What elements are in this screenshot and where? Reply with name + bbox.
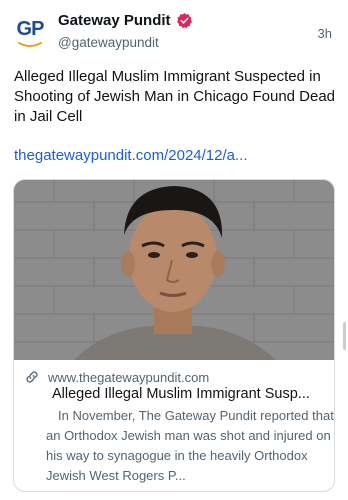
link-icon (26, 371, 38, 383)
card-description: In November, The Gateway Pundit reported… (46, 408, 334, 483)
card-meta: www.thegatewaypundit.com Alleged Illegal… (24, 369, 334, 486)
card-image[interactable] (14, 180, 334, 360)
card-domain-row: www.thegatewaypundit.com (24, 369, 324, 385)
author-row: Gateway Pundit (58, 12, 193, 29)
handle[interactable]: @gatewaypundit (58, 35, 159, 50)
post-text: Alleged Illegal Muslim Immigrant Suspect… (14, 68, 336, 125)
avatar-logo-text: GP (16, 18, 45, 40)
post-link[interactable]: thegatewaypundit.com/2024/12/a... (14, 147, 248, 164)
avatar[interactable]: GP (12, 16, 48, 52)
avatar-swoosh-icon (18, 42, 42, 47)
display-name[interactable]: Gateway Pundit (58, 12, 171, 29)
card-title: Alleged Illegal Muslim Immigrant Susp... (52, 386, 310, 402)
card-domain: www.thegatewaypundit.com (48, 369, 210, 385)
timestamp[interactable]: 3h (318, 26, 332, 41)
post[interactable]: GP Gateway Pundit @gatewaypundit 3h Alle… (0, 0, 348, 500)
verified-badge-icon (176, 13, 192, 29)
link-preview-card[interactable]: www.thegatewaypundit.com Alleged Illegal… (13, 179, 335, 492)
scrollbar-thumb[interactable] (343, 322, 346, 350)
